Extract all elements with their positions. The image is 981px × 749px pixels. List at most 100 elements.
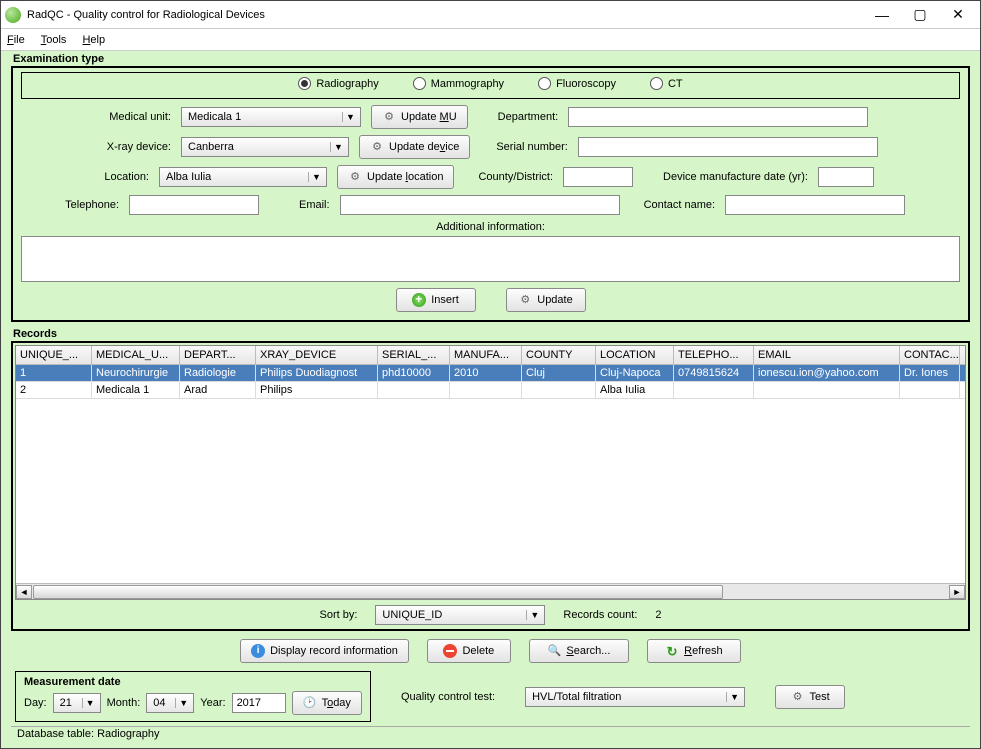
additional-info-label: Additional information: xyxy=(21,221,960,233)
table-cell: 2010 xyxy=(450,365,522,381)
col-contact[interactable]: CONTAC... xyxy=(900,346,960,364)
mfg-date-label: Device manufacture date (yr): xyxy=(663,171,808,183)
exam-type-group: Radiography Mammography Fluoroscopy CT M… xyxy=(11,66,970,322)
medical-unit-dropdown[interactable]: Medicala 1▼ xyxy=(181,107,361,127)
county-input[interactable] xyxy=(563,167,633,187)
update-mu-button[interactable]: Update MU xyxy=(371,105,468,129)
table-cell: Philips xyxy=(256,382,378,398)
exam-type-legend: Examination type xyxy=(13,53,970,65)
gear-icon xyxy=(518,293,532,307)
delete-icon xyxy=(443,644,457,658)
department-input[interactable] xyxy=(568,107,868,127)
search-icon xyxy=(547,644,561,658)
col-email[interactable]: EMAIL xyxy=(754,346,900,364)
scroll-right-icon[interactable]: ► xyxy=(949,585,965,599)
horizontal-scrollbar[interactable]: ◄ ► xyxy=(16,583,965,599)
telephone-input[interactable] xyxy=(129,195,259,215)
serial-number-input[interactable] xyxy=(578,137,878,157)
search-button[interactable]: Search... xyxy=(529,639,629,663)
records-count-label: Records count: xyxy=(563,609,637,621)
scroll-left-icon[interactable]: ◄ xyxy=(16,585,32,599)
radio-mammography[interactable]: Mammography xyxy=(413,77,504,90)
email-label: Email: xyxy=(299,199,330,211)
update-button[interactable]: Update xyxy=(506,288,586,312)
table-cell: Radiologie xyxy=(180,365,256,381)
measurement-date-legend: Measurement date xyxy=(24,676,362,688)
month-dropdown[interactable]: 04▼ xyxy=(146,693,194,713)
update-location-button[interactable]: Update location xyxy=(337,165,454,189)
plus-icon xyxy=(412,293,426,307)
table-cell xyxy=(378,382,450,398)
test-button[interactable]: Test xyxy=(775,685,845,709)
location-dropdown[interactable]: Alba Iulia▼ xyxy=(159,167,327,187)
status-bar: Database table: Radiography xyxy=(11,726,970,744)
day-dropdown[interactable]: 21▼ xyxy=(53,693,101,713)
radio-ct[interactable]: CT xyxy=(650,77,683,90)
county-label: County/District: xyxy=(478,171,553,183)
table-row[interactable]: 2Medicala 1AradPhilipsAlba Iulia xyxy=(16,382,965,399)
col-manufacture[interactable]: MANUFA... xyxy=(450,346,522,364)
mfg-date-input[interactable] xyxy=(818,167,874,187)
col-unique[interactable]: UNIQUE_... xyxy=(16,346,92,364)
gear-icon xyxy=(348,170,362,184)
department-label: Department: xyxy=(498,111,559,123)
location-label: Location: xyxy=(21,171,149,183)
table-cell xyxy=(754,382,900,398)
display-record-button[interactable]: iDisplay record information xyxy=(240,639,409,663)
today-button[interactable]: Today xyxy=(292,691,362,715)
year-input[interactable] xyxy=(232,693,286,713)
radio-fluoroscopy[interactable]: Fluoroscopy xyxy=(538,77,616,90)
refresh-button[interactable]: Refresh xyxy=(647,639,741,663)
clock-icon xyxy=(303,696,317,710)
scroll-thumb[interactable] xyxy=(33,585,723,599)
records-count-value: 2 xyxy=(655,609,661,621)
table-cell: Cluj xyxy=(522,365,596,381)
chevron-down-icon: ▼ xyxy=(526,610,542,620)
contact-label: Contact name: xyxy=(644,199,716,211)
chevron-down-icon: ▼ xyxy=(175,698,191,708)
email-input[interactable] xyxy=(340,195,620,215)
update-device-button[interactable]: Update device xyxy=(359,135,470,159)
close-button[interactable]: ✕ xyxy=(940,4,976,26)
qc-test-dropdown[interactable]: HVL/Total filtration▼ xyxy=(525,687,745,707)
table-cell: Dr. Iones xyxy=(900,365,960,381)
col-xray-device[interactable]: XRAY_DEVICE xyxy=(256,346,378,364)
year-label: Year: xyxy=(200,697,225,709)
table-cell: Cluj-Napoca xyxy=(596,365,674,381)
sort-by-dropdown[interactable]: UNIQUE_ID▼ xyxy=(375,605,545,625)
xray-device-label: X-ray device: xyxy=(21,141,171,153)
table-cell xyxy=(450,382,522,398)
titlebar: RadQC - Quality control for Radiological… xyxy=(1,1,980,29)
bottom-row: Measurement date Day: 21▼ Month: 04▼ Yea… xyxy=(11,671,970,726)
records-table: UNIQUE_... MEDICAL_U... DEPART... XRAY_D… xyxy=(15,345,966,600)
col-telephone[interactable]: TELEPHO... xyxy=(674,346,754,364)
chevron-down-icon: ▼ xyxy=(342,112,358,122)
minimize-button[interactable]: — xyxy=(864,4,900,26)
delete-button[interactable]: Delete xyxy=(427,639,511,663)
menu-help[interactable]: Help xyxy=(82,34,105,46)
gear-icon xyxy=(370,140,384,154)
radio-radiography[interactable]: Radiography xyxy=(298,77,378,90)
qc-test-label: Quality control test: xyxy=(401,691,495,703)
table-cell: phd10000 xyxy=(378,365,450,381)
table-cell: ionescu.ion@yahoo.com xyxy=(754,365,900,381)
xray-device-dropdown[interactable]: Canberra▼ xyxy=(181,137,349,157)
chevron-down-icon: ▼ xyxy=(82,698,98,708)
table-cell: Philips Duodiagnost xyxy=(256,365,378,381)
table-cell xyxy=(900,382,960,398)
chevron-down-icon: ▼ xyxy=(308,172,324,182)
menu-file[interactable]: File xyxy=(7,34,25,46)
menu-tools[interactable]: Tools xyxy=(41,34,67,46)
serial-number-label: Serial number: xyxy=(496,141,568,153)
col-serial[interactable]: SERIAL_... xyxy=(378,346,450,364)
table-cell: Neurochirurgie xyxy=(92,365,180,381)
col-location[interactable]: LOCATION xyxy=(596,346,674,364)
col-county[interactable]: COUNTY xyxy=(522,346,596,364)
maximize-button[interactable]: ▢ xyxy=(902,4,938,26)
contact-input[interactable] xyxy=(725,195,905,215)
table-row[interactable]: 1NeurochirurgieRadiologiePhilips Duodiag… xyxy=(16,365,965,382)
col-medical-unit[interactable]: MEDICAL_U... xyxy=(92,346,180,364)
col-department[interactable]: DEPART... xyxy=(180,346,256,364)
insert-button[interactable]: Insert xyxy=(396,288,476,312)
additional-info-input[interactable] xyxy=(21,236,960,282)
